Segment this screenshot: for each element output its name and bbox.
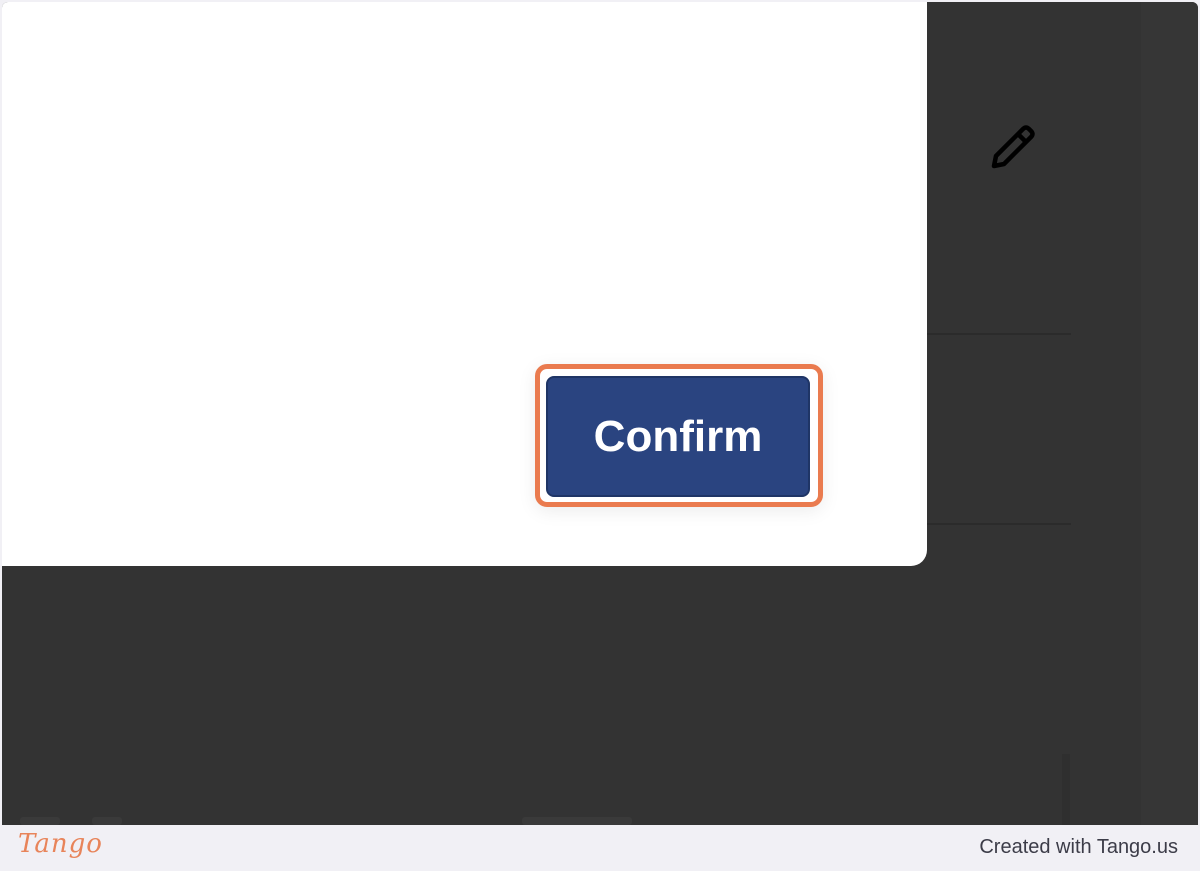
background-text-fragment bbox=[92, 817, 122, 825]
background-side-panel bbox=[1141, 2, 1198, 825]
background-text-fragment bbox=[522, 817, 632, 825]
pencil-icon[interactable] bbox=[986, 122, 1038, 172]
footer-bar: Tango Created with Tango.us bbox=[0, 825, 1200, 871]
tango-frame: Confirm Tango Created with Tango.us bbox=[0, 0, 1200, 871]
background-scrollbar bbox=[1062, 754, 1070, 825]
tango-logo[interactable]: Tango bbox=[18, 829, 103, 859]
app-screenshot: Confirm bbox=[2, 2, 1198, 825]
confirm-button[interactable]: Confirm bbox=[546, 376, 810, 497]
background-divider bbox=[926, 523, 1071, 525]
modal-dialog: Confirm bbox=[2, 2, 927, 566]
background-divider bbox=[926, 333, 1071, 335]
credit-text[interactable]: Created with Tango.us bbox=[979, 836, 1178, 859]
background-text-fragment bbox=[20, 817, 60, 825]
